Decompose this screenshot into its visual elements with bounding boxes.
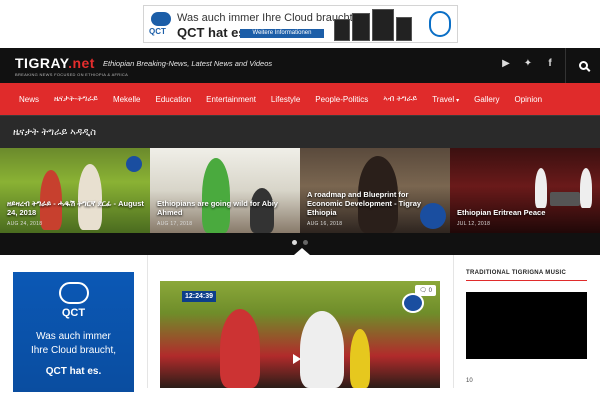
main-nav: News ዜናታት-ትግራይ Mekelle Education Enterta… bbox=[0, 83, 600, 115]
slide-date: AUG 24, 2018 bbox=[7, 221, 43, 227]
carousel-dot[interactable] bbox=[303, 240, 308, 245]
comment-icon: 🗨 bbox=[419, 288, 427, 294]
top-banner-ad[interactable]: QCT Was auch immer Ihre Cloud braucht, Q… bbox=[143, 5, 458, 43]
carousel-slide[interactable]: Ethiopians are going wild for Abiy Ahmed… bbox=[150, 148, 300, 233]
ad-line1: Was auch immer Ihre Cloud braucht, bbox=[177, 12, 356, 24]
side-ad-line2: QCT hat es. bbox=[45, 366, 102, 377]
nav-item-people-politics[interactable]: People-Politics bbox=[315, 95, 368, 104]
carousel-notch bbox=[294, 248, 310, 255]
logo-text: TIGRAY bbox=[15, 55, 69, 71]
side-ad-line1a: Was auch immer bbox=[36, 331, 111, 342]
social-links: ▶ ✦ f bbox=[500, 58, 556, 69]
youtube-icon[interactable]: ▶ bbox=[500, 58, 512, 69]
sidebar-heading: TRADITIONAL TIGRIGNA MUSIC bbox=[466, 270, 567, 276]
news-carousel: ዘይዛረብ ትግራይ - ሓዱሽ ትግርኛ ደርፊ - August 24, 2… bbox=[0, 148, 600, 233]
slide-date: AUG 16, 2018 bbox=[307, 221, 343, 227]
nav-item-lifestyle[interactable]: Lifestyle bbox=[271, 95, 300, 104]
sidebar-heading-underline bbox=[466, 280, 587, 281]
carousel-slide[interactable]: A roadmap and Blueprint for Economic Dev… bbox=[300, 148, 450, 233]
side-ad-line1: Was auch immer Ihre Cloud braucht, bbox=[13, 330, 134, 357]
carousel-slide[interactable]: Ethiopian Eritrean Peace JUL 12, 2018 bbox=[450, 148, 600, 233]
slide-title: Ethiopians are going wild for Abiy Ahmed bbox=[157, 199, 278, 217]
server-rack-image bbox=[334, 9, 424, 41]
sidebar-next-item: 10 bbox=[466, 378, 473, 384]
nav-item-gallery[interactable]: Gallery bbox=[474, 95, 499, 104]
facebook-icon[interactable]: f bbox=[544, 58, 556, 69]
ad-line2: QCT hat es. bbox=[177, 25, 250, 40]
slide-title: A roadmap and Blueprint for Economic Dev… bbox=[307, 190, 422, 217]
nav-item-opinion[interactable]: Opinion bbox=[514, 95, 542, 104]
chevron-down-icon: ▾ bbox=[456, 97, 460, 104]
nav-item-tigray-news[interactable]: ዜናታት-ትግራይ bbox=[54, 94, 98, 104]
nav-item-news[interactable]: News bbox=[19, 95, 39, 104]
slide-date: JUL 12, 2018 bbox=[457, 221, 491, 227]
site-header: TIGRAY.net BREAKING NEWS FOCUSED ON ETHI… bbox=[0, 48, 600, 83]
search-icon bbox=[578, 61, 588, 70]
side-ad-brand: QCT bbox=[61, 307, 86, 319]
section-title: ዜናታት ትግራይ ኣዳዲስ bbox=[13, 127, 97, 138]
slide-date: AUG 17, 2018 bbox=[157, 221, 193, 227]
logo-tld: .net bbox=[68, 55, 95, 71]
main-content: QCT Was auch immer Ihre Cloud braucht, Q… bbox=[0, 255, 600, 392]
search-button[interactable] bbox=[565, 48, 600, 83]
sidebar-video-player[interactable] bbox=[466, 292, 587, 359]
qct-logo: QCT bbox=[149, 12, 173, 38]
top-ad-area: QCT Was auch immer Ihre Cloud braucht, Q… bbox=[0, 0, 600, 48]
cloud-icon bbox=[59, 282, 89, 304]
nav-item-travel[interactable]: Travel ▾ bbox=[432, 95, 459, 104]
comment-count-value: 0 bbox=[428, 288, 432, 294]
twitter-icon[interactable]: ✦ bbox=[522, 58, 534, 69]
site-tagline: Ethiopian Breaking-News, Latest News and… bbox=[103, 59, 273, 68]
nav-item-mekelle[interactable]: Mekelle bbox=[113, 95, 141, 104]
nav-item-education[interactable]: Education bbox=[156, 95, 192, 104]
carousel-slide[interactable]: ዘይዛረብ ትግራይ - ሓዱሽ ትግርኛ ደርፊ - August 24, 2… bbox=[0, 148, 150, 233]
section-header: ዜናታት ትግራይ ኣዳዲስ bbox=[0, 115, 600, 148]
intel-logo bbox=[429, 11, 451, 37]
nav-item-travel-label: Travel bbox=[432, 94, 455, 104]
channel-badge-icon bbox=[402, 293, 424, 313]
column-divider bbox=[453, 255, 454, 388]
featured-video[interactable]: 12:24:39 🗨 0 bbox=[160, 281, 440, 388]
video-timestamp: 12:24:39 bbox=[182, 291, 217, 302]
nav-item-in-tigray[interactable]: ኣብ ትግራይ bbox=[383, 94, 417, 104]
play-icon[interactable] bbox=[293, 354, 301, 364]
nav-item-entertainment[interactable]: Entertainment bbox=[206, 95, 256, 104]
ad-more-button[interactable]: Weitere Informationen bbox=[240, 29, 324, 38]
slide-title: ዘይዛረብ ትግራይ - ሓዱሽ ትግርኛ ደርፊ - August 24, 2… bbox=[7, 199, 144, 217]
carousel-dot-active[interactable] bbox=[292, 240, 297, 245]
logo-subtitle: BREAKING NEWS FOCUSED ON ETHIOPIA & AFRI… bbox=[15, 72, 129, 77]
carousel-pagination bbox=[0, 233, 600, 255]
slide-title: Ethiopian Eritrean Peace bbox=[457, 208, 546, 217]
side-ad-line1b: Ihre Cloud braucht, bbox=[30, 344, 117, 356]
column-divider bbox=[147, 255, 148, 388]
side-banner-ad[interactable]: QCT Was auch immer Ihre Cloud braucht, Q… bbox=[13, 272, 134, 392]
